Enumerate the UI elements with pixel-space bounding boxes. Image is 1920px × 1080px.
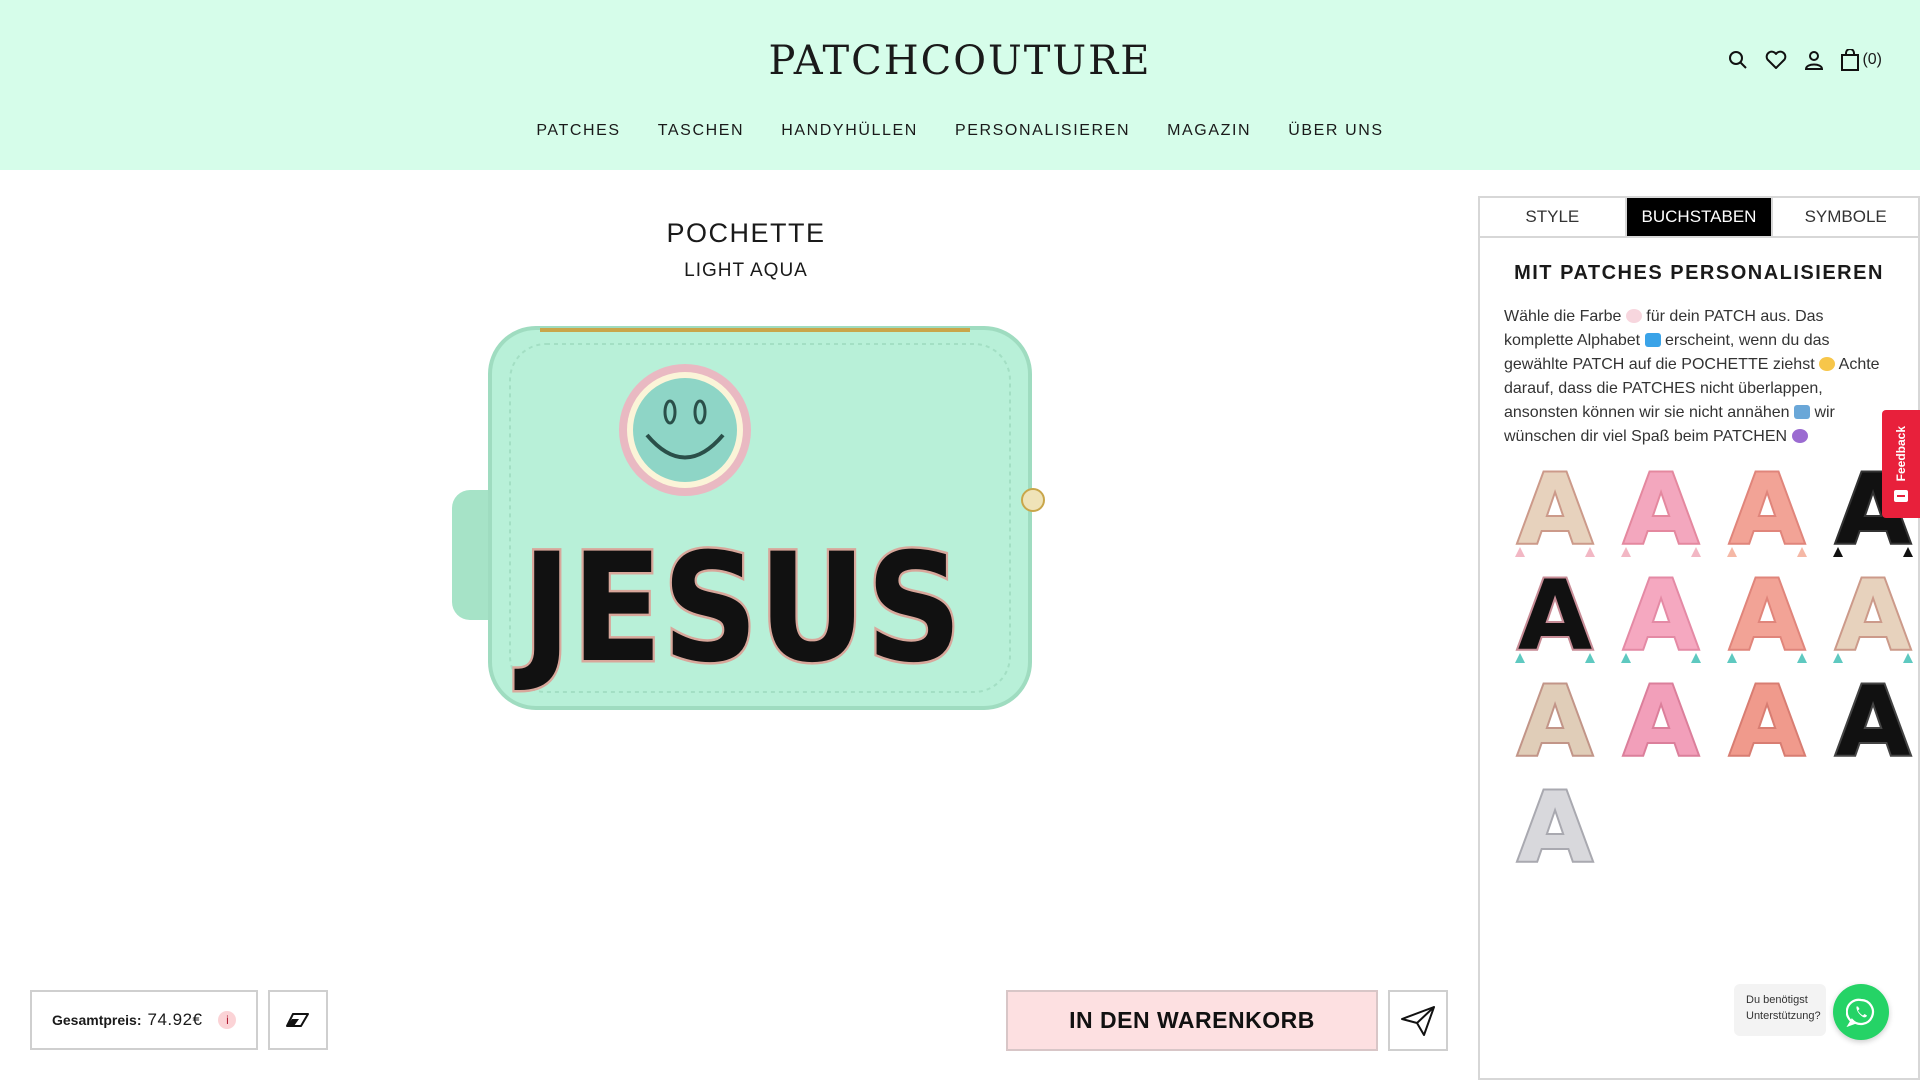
nav-item-patches[interactable]: PATCHES [536, 122, 620, 140]
smiley-patch[interactable] [619, 364, 751, 496]
letter-patch-option[interactable]: A [1502, 668, 1608, 774]
panel-description: Wähle die Farbe für dein PATCH aus. Das … [1504, 305, 1894, 449]
feedback-icon [1894, 489, 1908, 502]
eraser-icon [286, 1013, 309, 1027]
nav-item-taschen[interactable]: TASCHEN [658, 122, 744, 140]
patch-letter: A [1624, 459, 1698, 559]
letter-patch-option[interactable]: A [1608, 562, 1714, 668]
letter-patch-option[interactable]: A [1714, 668, 1820, 774]
nav-item-personalisieren[interactable]: PERSONALISIEREN [955, 122, 1130, 140]
personalization-panel: STYLE BUCHSTABEN SYMBOLE MIT PATCHES PER… [1478, 196, 1920, 1080]
letter-a-patch-icon: A [1516, 777, 1594, 877]
price-label: Gesamtpreis: [52, 1012, 142, 1028]
share-button[interactable] [1388, 990, 1448, 1051]
letter-a-patch-icon: A [1515, 565, 1595, 665]
letter-patches[interactable]: JESUS [512, 520, 965, 699]
letter-a-patch-icon: A [1621, 459, 1701, 559]
letter-patch-option[interactable]: A [1820, 562, 1920, 668]
total-price-box: Gesamtpreis: 74.92€ i [30, 990, 258, 1050]
letter-a-patch-icon: A [1515, 459, 1595, 559]
nav-item-handyhuellen[interactable]: HANDYHÜLLEN [781, 122, 918, 140]
letter-patch-grid: AAAAAAAAAAAAA [1502, 456, 1918, 880]
panel-tabs: STYLE BUCHSTABEN SYMBOLE [1480, 198, 1918, 238]
patch-letter: A [1730, 459, 1804, 559]
panel-heading: MIT PATCHES PERSONALISIEREN [1514, 262, 1884, 284]
patch-letter: A [1518, 565, 1592, 665]
main-nav: PATCHES TASCHEN HANDYHÜLLEN PERSONALISIE… [0, 122, 1920, 140]
flower-emoji-icon [1625, 309, 1642, 323]
heart-icon[interactable] [1764, 48, 1788, 72]
paper-plane-icon [1401, 1005, 1435, 1036]
user-icon[interactable] [1802, 48, 1826, 72]
tab-symbole[interactable]: SYMBOLE [1773, 198, 1918, 236]
patch-letter: A [1518, 459, 1592, 559]
letter-patch-option[interactable]: A [1714, 562, 1820, 668]
patch-letter: A [1624, 565, 1698, 665]
letter-patch-option[interactable]: A [1502, 562, 1608, 668]
patch-letter: A [1730, 565, 1804, 665]
site-header: PATCHCOUTURE (0) PATCHES TASCHEN HANDYHÜ… [0, 0, 1920, 170]
product-color: LIGHT AQUA [684, 260, 808, 281]
letter-patch-option[interactable]: A [1608, 456, 1714, 562]
letter-patch-option[interactable]: A [1502, 774, 1608, 880]
tab-buchstaben[interactable]: BUCHSTABEN [1626, 198, 1774, 236]
letter-patch-option[interactable]: A [1608, 668, 1714, 774]
desc-part-1: Wähle die Farbe [1504, 308, 1622, 325]
letter-patch-option[interactable]: A [1820, 668, 1920, 774]
purple-heart-emoji-icon [1791, 429, 1808, 443]
thread-emoji-icon [1793, 405, 1810, 419]
letter-a-patch-icon: A [1728, 671, 1806, 771]
header-actions: (0) [1726, 48, 1882, 72]
feedback-tab[interactable]: Feedback [1882, 410, 1920, 518]
abc-emoji-icon [1644, 333, 1661, 347]
letter-a-patch-icon: A [1727, 459, 1807, 559]
site-logo[interactable]: PATCHCOUTURE [0, 38, 1920, 84]
tab-style[interactable]: STYLE [1480, 198, 1627, 236]
search-icon[interactable] [1726, 48, 1750, 72]
letter-a-patch-icon: A [1727, 565, 1807, 665]
letter-patch-option[interactable]: A [1714, 456, 1820, 562]
feedback-label: Feedback [1894, 426, 1908, 482]
reset-button[interactable] [268, 990, 328, 1050]
info-icon[interactable]: i [218, 1011, 237, 1029]
patch-letter: A [1836, 565, 1910, 665]
patch-letter: A [1624, 671, 1698, 771]
patch-letter: A [1518, 777, 1592, 877]
letter-a-patch-icon: A [1516, 671, 1594, 771]
patch-letter: A [1730, 671, 1804, 771]
support-bubble[interactable]: Du benötigst Unterstützung? [1734, 984, 1826, 1036]
whatsapp-icon [1846, 998, 1875, 1027]
letter-a-patch-icon: A [1833, 565, 1913, 665]
product-title: POCHETTE [666, 218, 826, 248]
product-image[interactable]: JESUS [450, 320, 1050, 720]
price-value: 74.92€ [147, 1010, 203, 1029]
cart-count: (0) [1862, 51, 1882, 68]
bag-icon [1841, 49, 1860, 71]
add-to-cart-button[interactable]: IN DEN WARENKORB [1006, 990, 1378, 1051]
letter-a-patch-icon: A [1622, 671, 1700, 771]
nav-item-magazin[interactable]: MAGAZIN [1167, 122, 1251, 140]
letter-patch-option[interactable]: A [1502, 456, 1608, 562]
nav-item-ueber-uns[interactable]: ÜBER UNS [1288, 122, 1383, 140]
cart-link[interactable]: (0) [1840, 48, 1882, 72]
whatsapp-button[interactable] [1833, 984, 1889, 1040]
pointing-hand-emoji-icon [1819, 357, 1836, 371]
patch-letters-text: JESUS [514, 522, 962, 696]
patch-letter: A [1836, 671, 1910, 771]
letter-a-patch-icon: A [1834, 671, 1912, 771]
letter-a-patch-icon: A [1621, 565, 1701, 665]
patch-letter: A [1518, 671, 1592, 771]
